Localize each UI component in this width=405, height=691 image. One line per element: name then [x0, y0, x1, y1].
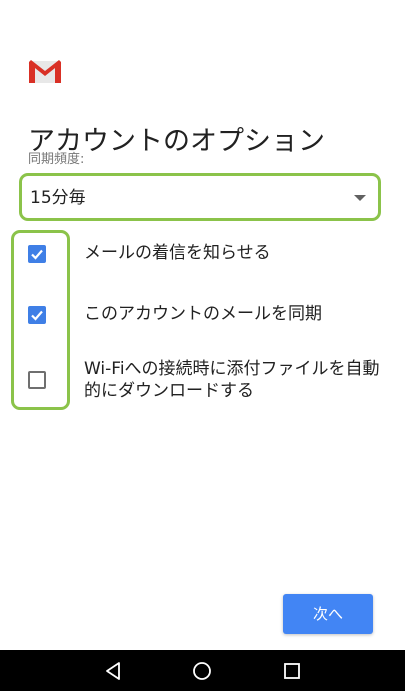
option-notify-new-mail[interactable]: メールの着信を知らせる: [0, 241, 405, 271]
gmail-logo-icon: [28, 60, 62, 83]
notify-new-mail-checkbox[interactable]: [28, 245, 46, 263]
option-sync-account-mail[interactable]: このアカウントのメールを同期: [0, 302, 405, 332]
auto-download-attachments-checkbox[interactable]: [28, 371, 46, 389]
account-options-screen: アカウントのオプション 同期頻度: 15分毎 メールの着信を知らせる このアカウ…: [0, 0, 405, 650]
auto-download-attachments-label: Wi-Fiへの接続時に添付ファイルを自動的にダウンロードする: [84, 359, 380, 401]
recent-apps-icon[interactable]: [280, 659, 304, 683]
check-icon: [31, 310, 43, 321]
option-auto-download-attachments[interactable]: Wi-Fiへの接続時に添付ファイルを自動的にダウンロードする: [0, 358, 405, 404]
check-icon: [31, 249, 43, 260]
sync-frequency-dropdown[interactable]: 15分毎: [19, 173, 381, 221]
notify-new-mail-label: メールの着信を知らせる: [84, 243, 271, 263]
sync-frequency-label: 同期頻度:: [28, 152, 85, 167]
dropdown-arrow-icon: [354, 195, 366, 201]
system-navigation-bar: [0, 650, 405, 691]
sync-frequency-value: 15分毎: [30, 188, 86, 208]
home-icon[interactable]: [190, 659, 214, 683]
back-icon[interactable]: [101, 659, 125, 683]
sync-account-mail-label: このアカウントのメールを同期: [84, 304, 322, 324]
sync-account-mail-checkbox[interactable]: [28, 306, 46, 324]
next-button[interactable]: 次へ: [283, 594, 373, 634]
